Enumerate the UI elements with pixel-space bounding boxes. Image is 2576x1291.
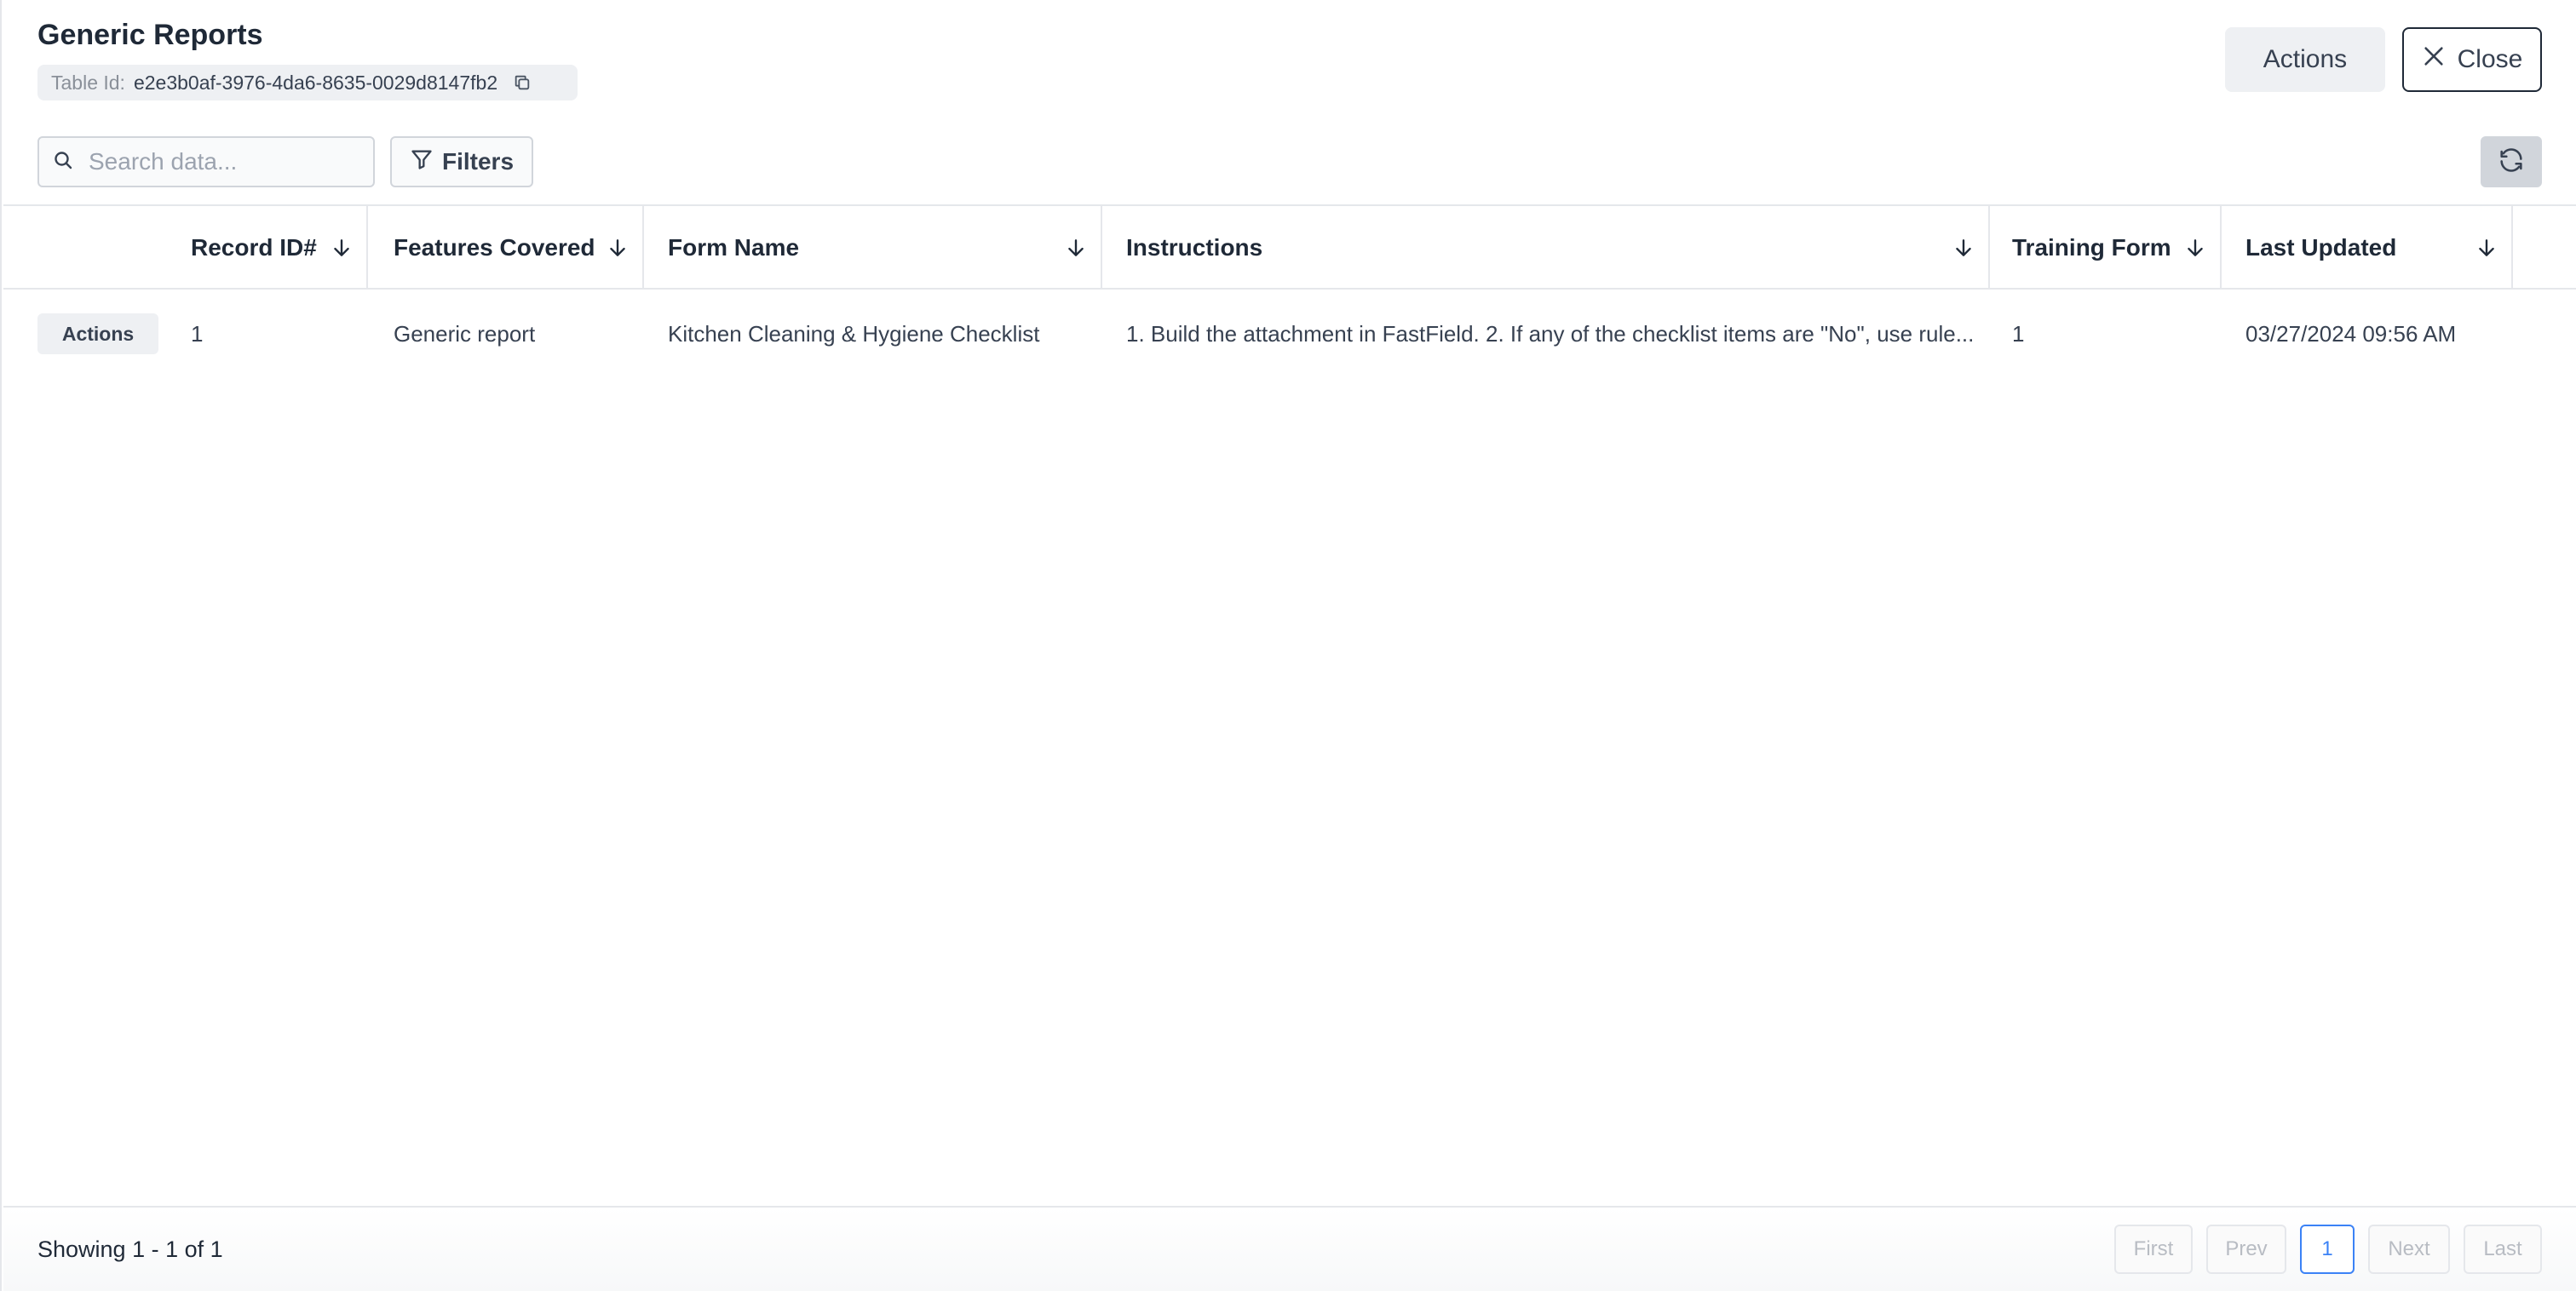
pagination-prev-button[interactable]: Prev [2206,1225,2286,1274]
column-header-form-name: Form Name [644,206,1102,290]
column-label: Last Updated [2245,234,2397,261]
cell-form-name: Kitchen Cleaning & Hygiene Checklist [668,320,1040,347]
filters-label: Filters [441,148,515,175]
filter-icon [410,147,434,177]
column-label: Training Form [2012,234,2171,261]
refresh-button[interactable] [2481,136,2542,187]
column-label: Form Name [668,234,800,261]
column-header-instructions: Instructions [1102,206,1990,290]
cell-training-form: 1 [2012,320,2025,347]
column-header-features-covered: Features Covered [370,206,644,290]
actions-button[interactable]: Actions [2225,27,2385,92]
sort-arrow-down-icon[interactable] [2475,237,2498,259]
table-row: Actions 1 Generic report Kitchen Cleanin… [3,290,2576,378]
column-header-last-updated: Last Updated [2222,206,2513,290]
filters-button[interactable]: Filters [390,136,533,187]
column-label: Features Covered [394,234,595,261]
row-actions-button[interactable]: Actions [37,313,158,354]
refresh-icon [2497,146,2526,179]
cell-features-covered: Generic report [394,320,536,347]
pagination-page-1-button[interactable]: 1 [2300,1225,2355,1274]
showing-count: Showing 1 - 1 of 1 [37,1236,223,1262]
search-input[interactable] [89,148,361,175]
pagination-last-button[interactable]: Last [2464,1225,2542,1274]
table-id-badge: Table Id: e2e3b0af-3976-4da6-8635-0029d8… [37,65,578,100]
column-label: Record ID# [191,234,317,261]
search-box [37,136,375,187]
search-icon [53,150,73,175]
page-title: Generic Reports [37,19,263,51]
close-icon [2422,44,2446,75]
column-header-training-form: Training Form [1990,206,2222,290]
sort-arrow-down-icon[interactable] [2184,237,2206,259]
column-header-record-id: Record ID# [3,206,368,290]
cell-last-updated: 03/27/2024 09:56 AM [2245,320,2457,347]
table-footer: Showing 1 - 1 of 1 First Prev 1 Next Las… [3,1206,2576,1291]
close-button[interactable]: Close [2402,27,2542,92]
close-label: Close [2457,45,2523,73]
table-id-label: Table Id: [51,71,125,94]
pagination-next-button[interactable]: Next [2368,1225,2450,1274]
sort-arrow-down-icon[interactable] [1065,237,1087,259]
sort-arrow-down-icon[interactable] [1952,237,1975,259]
table-header: Record ID# Features Covered Form Name In… [3,204,2576,290]
column-label: Instructions [1126,234,1263,261]
copy-icon[interactable] [513,73,532,92]
sort-arrow-down-icon[interactable] [331,237,353,259]
cell-instructions: 1. Build the attachment in FastField. 2.… [1126,320,1975,347]
pagination-first-button[interactable]: First [2114,1225,2193,1274]
sort-arrow-down-icon[interactable] [607,237,629,259]
table-id-value: e2e3b0af-3976-4da6-8635-0029d8147fb2 [133,71,498,94]
report-modal: Generic Reports Table Id: e2e3b0af-3976-… [0,0,2576,1291]
cell-record-id: 1 [191,320,204,347]
